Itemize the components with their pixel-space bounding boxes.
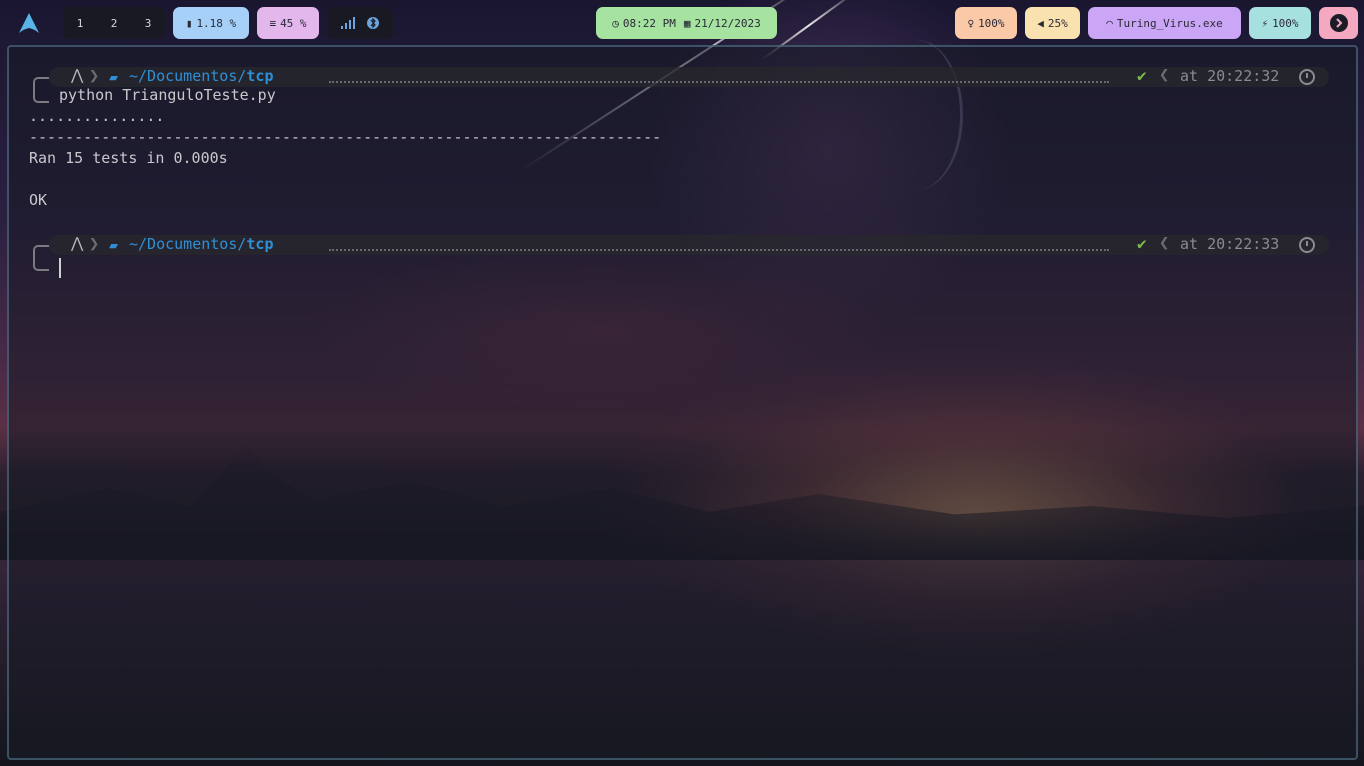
arch-icon <box>19 13 39 33</box>
terminal-window[interactable]: ⋀ ❯ ▰ ~/Documentos/tcp ✔ ❮ at 20:22:32 p… <box>7 45 1358 760</box>
memory-value: 45 % <box>280 16 307 30</box>
cpu-value: 1.18 % <box>196 16 237 30</box>
workspace-3[interactable]: 3 <box>131 17 165 30</box>
clock-icon: ◷ <box>612 16 619 30</box>
wifi-widget[interactable]: ◠ Turing_Virus.exe <box>1088 7 1241 39</box>
wifi-ssid: Turing_Virus.exe <box>1116 16 1223 30</box>
output-summary: Ran 15 tests in 0.000s <box>29 149 228 167</box>
output-dots: ............... <box>29 107 165 125</box>
text-cursor <box>59 258 61 278</box>
check-icon: ✔ <box>1137 66 1147 85</box>
workspace-switcher: 1 2 3 <box>63 7 165 39</box>
command-line: python TrianguloTeste.py <box>59 86 276 104</box>
cpu-icon: ▮ <box>185 16 193 30</box>
clock-date: 21/12/2023 <box>694 16 761 30</box>
speaker-icon: ◀ <box>1037 16 1044 30</box>
power-button[interactable] <box>1319 7 1358 39</box>
volume-value: 25% <box>1047 16 1068 30</box>
clock-time: 08:22 PM <box>622 16 676 30</box>
prompt-filler <box>329 69 1109 83</box>
memory-icon: ≡ <box>269 16 277 30</box>
workspace-2[interactable]: 2 <box>97 17 131 30</box>
memory-widget[interactable]: ≡ 45 % <box>257 7 319 39</box>
prompt-bracket <box>33 245 49 271</box>
cpu-widget[interactable]: ▮ 1.18 % <box>173 7 249 39</box>
output-result: OK <box>29 191 48 209</box>
chevron-right-icon: ❯ <box>89 234 100 254</box>
chevron-right-icon: ❯ <box>89 66 100 86</box>
prompt-line: ⋀ ❯ ▰ ~/Documentos/tcp ✔ ❮ at 20:22:33 <box>33 233 1329 271</box>
arch-logo[interactable] <box>7 7 51 39</box>
battery-widget[interactable]: ⚡ 100% <box>1249 7 1311 39</box>
folder-icon: ▰ <box>109 236 119 254</box>
brightness-value: 100% <box>978 16 1005 30</box>
prompt-line: ⋀ ❯ ▰ ~/Documentos/tcp ✔ ❮ at 20:22:32 <box>33 65 1329 103</box>
arrow-right-circle-icon <box>1329 14 1348 32</box>
prompt-time: at 20:22:32 <box>1180 67 1280 85</box>
battery-value: 100% <box>1272 16 1299 30</box>
bulb-icon: ♀ <box>967 16 975 30</box>
chevron-left-icon: ❮ <box>1159 233 1170 253</box>
signal-icon[interactable] <box>341 17 355 29</box>
check-icon: ✔ <box>1137 234 1147 253</box>
prompt-bracket <box>33 77 49 103</box>
clock-widget[interactable]: ◷ 08:22 PM ▦ 21/12/2023 <box>596 7 777 39</box>
prompt-path: ~/Documentos/tcp <box>129 235 274 253</box>
prompt-time: at 20:22:33 <box>1180 235 1280 253</box>
clock-icon <box>1299 237 1315 253</box>
tray-widget <box>327 7 393 39</box>
battery-charging-icon: ⚡ <box>1261 16 1269 30</box>
output-separator: ----------------------------------------… <box>29 128 662 146</box>
prompt-path: ~/Documentos/tcp <box>129 67 274 85</box>
arch-icon: ⋀ <box>71 66 84 84</box>
workspace-1[interactable]: 1 <box>63 17 97 30</box>
calendar-icon: ▦ <box>683 16 691 30</box>
brightness-widget[interactable]: ♀ 100% <box>955 7 1017 39</box>
chevron-left-icon: ❮ <box>1159 65 1170 85</box>
prompt-filler <box>329 237 1109 251</box>
folder-icon: ▰ <box>109 68 119 86</box>
arch-icon: ⋀ <box>71 234 84 252</box>
clock-icon <box>1299 69 1315 85</box>
top-bar: 1 2 3 ▮ 1.18 % ≡ 45 % ◷ 08:22 PM ▦ 21/12… <box>0 0 1364 44</box>
bluetooth-icon[interactable] <box>367 14 379 32</box>
wifi-icon: ◠ <box>1106 16 1113 30</box>
volume-widget[interactable]: ◀ 25% <box>1025 7 1080 39</box>
